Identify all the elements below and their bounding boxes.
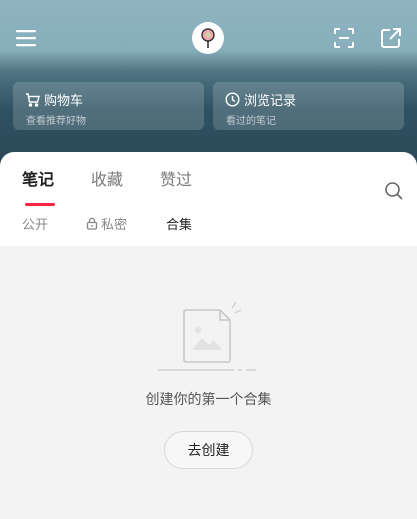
cart-card[interactable]: 购物车 查看推荐好物 — [13, 82, 204, 130]
history-card[interactable]: 浏览记录 看过的笔记 — [213, 82, 404, 130]
subtab-collection-label: 合集 — [166, 218, 193, 233]
hamburger-menu-icon — [16, 30, 36, 47]
top-bar — [0, 0, 417, 74]
app-logo-icon — [201, 28, 215, 48]
active-tab-indicator — [25, 203, 55, 206]
empty-document-icon — [158, 301, 256, 371]
share-button[interactable] — [375, 22, 407, 54]
subtab-private-label: 私密 — [101, 218, 128, 233]
scan-button[interactable] — [328, 22, 360, 54]
cart-card-title: 购物车 — [44, 94, 84, 109]
lock-icon — [86, 217, 98, 230]
empty-state-message: 创建你的第一个合集 — [145, 392, 272, 408]
menu-button[interactable] — [10, 22, 42, 54]
subtab-collection[interactable]: 合集 — [166, 214, 192, 233]
sub-tabs: 公开 私密 合集 — [0, 212, 417, 234]
cart-icon — [26, 92, 40, 107]
search-button[interactable] — [383, 180, 405, 202]
subtab-private[interactable]: 私密 — [86, 214, 127, 233]
cart-card-subtitle: 查看推荐好物 — [26, 116, 86, 127]
history-card-subtitle: 看过的笔记 — [226, 116, 276, 127]
share-icon — [381, 28, 401, 48]
create-collection-button[interactable]: 去创建 — [164, 431, 253, 469]
history-card-title: 浏览记录 — [244, 94, 297, 109]
content-panel: 笔记 收藏 赞过 公开 私密 合集 — [0, 152, 417, 246]
tab-notes[interactable]: 笔记 — [22, 166, 54, 190]
tab-favorites[interactable]: 收藏 — [91, 166, 123, 190]
main-tabs: 笔记 收藏 赞过 — [0, 166, 417, 206]
history-clock-icon — [225, 92, 240, 107]
scan-icon — [334, 28, 354, 48]
subtab-public-label: 公开 — [22, 218, 49, 233]
app-logo[interactable] — [192, 22, 224, 54]
search-icon — [385, 182, 403, 200]
subtab-public[interactable]: 公开 — [22, 214, 48, 233]
tab-liked[interactable]: 赞过 — [160, 166, 192, 190]
